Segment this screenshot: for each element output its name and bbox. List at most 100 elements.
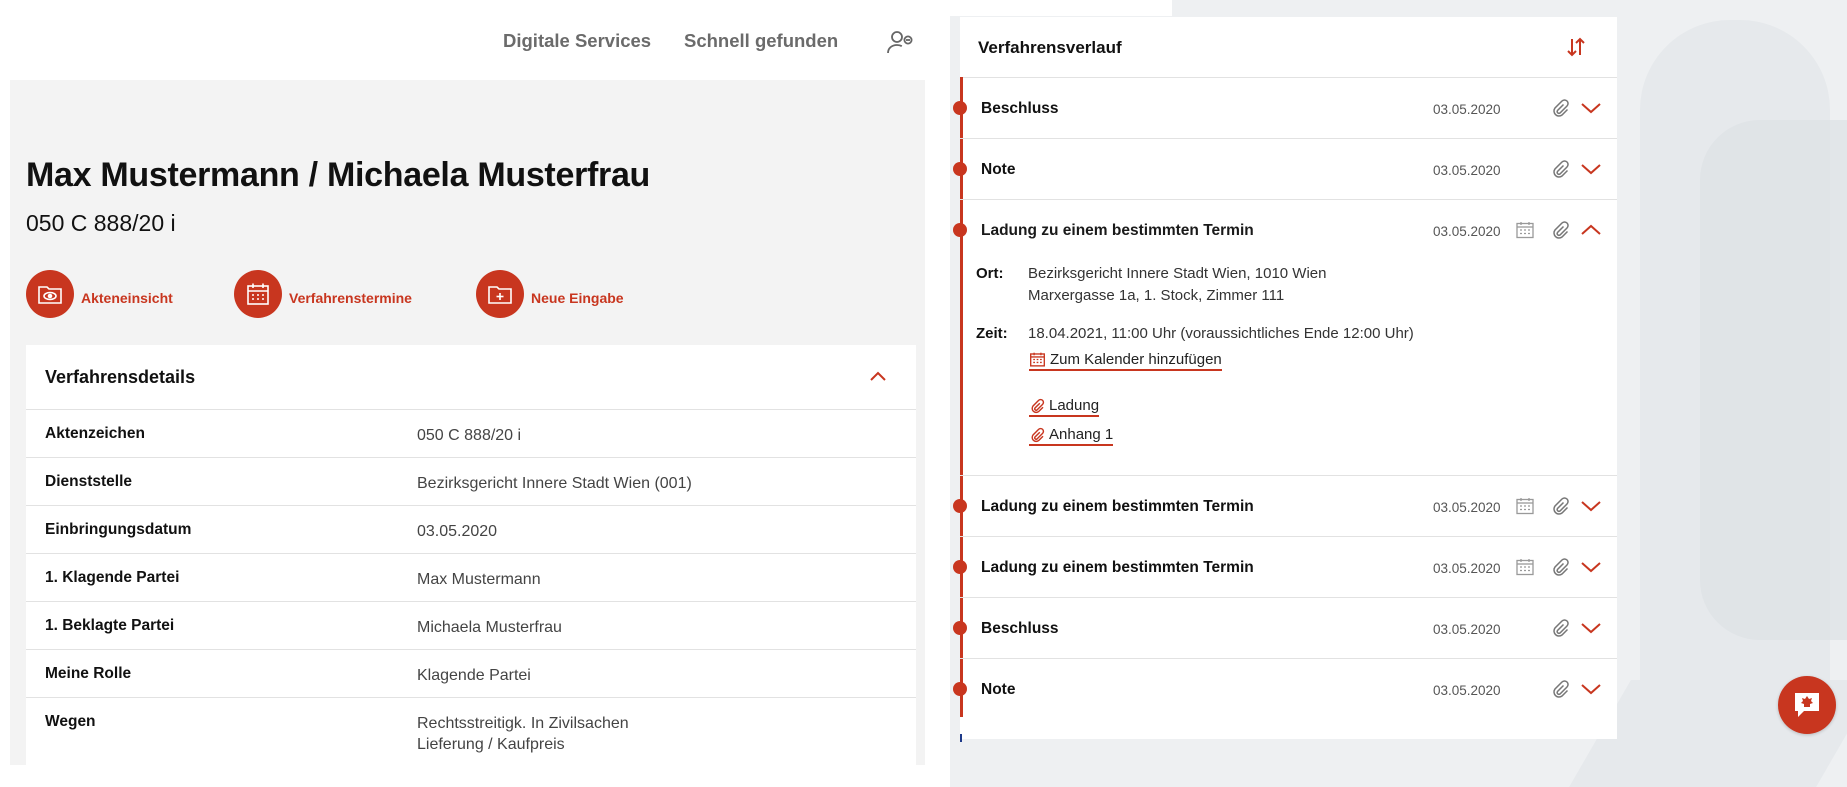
timeline-line-end xyxy=(960,734,962,742)
calendar-icon xyxy=(234,270,282,318)
attachment-label: Anhang 1 xyxy=(1049,426,1114,443)
timeline-item-label: Beschluss xyxy=(981,620,1059,637)
verfahrensdetails-card: Verfahrensdetails Aktenzeichen 050 C 888… xyxy=(26,345,916,765)
neue-eingabe-label: Neue Eingabe xyxy=(531,290,624,306)
timeline-item-ladung[interactable]: Ladung zu einem bestimmten Termin 03.05.… xyxy=(953,476,1617,537)
timeline-dot xyxy=(953,101,967,115)
timeline-item-label[interactable]: Ladung zu einem bestimmten Termin xyxy=(981,222,1254,240)
timeline-dot xyxy=(953,223,967,237)
chevron-down-icon[interactable] xyxy=(1580,618,1601,638)
timeline-item-date: 03.05.2020 xyxy=(1433,500,1501,515)
verfahrensverlauf-header: Verfahrensverlauf xyxy=(960,17,1617,78)
detail-label: 1. Klagende Partei xyxy=(45,569,180,586)
nav-link-schnell-gefunden[interactable]: Schnell gefunden xyxy=(684,30,838,52)
detail-label: 1. Beklagte Partei xyxy=(45,617,175,634)
calendar-icon xyxy=(1030,352,1045,367)
ort-label: Ort: xyxy=(976,265,1004,282)
verfahrensverlauf-card: Verfahrensverlauf Beschluss 03.05.2020 N… xyxy=(953,17,1617,742)
paperclip-icon[interactable] xyxy=(1550,618,1570,638)
folder-plus-icon xyxy=(476,270,524,318)
chevron-up-icon[interactable] xyxy=(868,367,888,387)
paperclip-icon[interactable] xyxy=(1550,220,1570,240)
attachment-link-anhang-1[interactable]: Anhang 1 xyxy=(1029,426,1114,446)
timeline-item-note[interactable]: Note 03.05.2020 xyxy=(953,139,1617,200)
detail-row-aktenzeichen: Aktenzeichen 050 C 888/20 i xyxy=(26,410,916,458)
chevron-down-icon[interactable] xyxy=(1580,496,1601,516)
detail-row-einbringungsdatum: Einbringungsdatum 03.05.2020 xyxy=(26,506,916,554)
detail-label: Dienststelle xyxy=(45,473,133,490)
timeline-item-date: 03.05.2020 xyxy=(1433,102,1501,117)
detail-row-dienststelle: Dienststelle Bezirksgericht Innere Stadt… xyxy=(26,458,916,506)
akteneinsicht-label: Akteneinsicht xyxy=(81,290,173,306)
detail-value: Klagende Partei xyxy=(417,667,531,684)
timeline-item-note[interactable]: Note 03.05.2020 xyxy=(953,659,1617,719)
background-emblem-shape-inner xyxy=(1700,120,1847,640)
timeline-dot xyxy=(953,621,967,635)
page-title: Max Mustermann / Michaela Musterfrau xyxy=(26,156,651,194)
calendar-icon[interactable] xyxy=(1515,496,1535,516)
paperclip-icon xyxy=(1031,398,1045,413)
folder-eye-icon xyxy=(26,270,74,318)
verfahrensverlauf-title: Verfahrensverlauf xyxy=(978,38,1122,57)
timeline-item-beschluss[interactable]: Beschluss 03.05.2020 xyxy=(953,598,1617,659)
verfahrenstermine-label: Verfahrenstermine xyxy=(289,290,412,306)
chevron-up-icon[interactable] xyxy=(1580,220,1601,240)
nav-link-digitale-services[interactable]: Digitale Services xyxy=(503,30,651,52)
zeit-label: Zeit: xyxy=(976,325,1008,342)
ort-line2: Marxergasse 1a, 1. Stock, Zimmer 111 xyxy=(1028,287,1285,304)
paperclip-icon xyxy=(1031,427,1045,442)
detail-row-beklagte-partei: 1. Beklagte Partei Michaela Musterfrau xyxy=(26,602,916,650)
detail-value: Rechtsstreitigk. In Zivilsachen Lieferun… xyxy=(417,713,629,755)
detail-value-line2: Lieferung / Kaufpreis xyxy=(417,736,565,753)
detail-value: 050 C 888/20 i xyxy=(417,427,522,444)
neue-eingabe-button[interactable]: Neue Eingabe xyxy=(476,270,624,318)
timeline-item-label: Note xyxy=(981,681,1016,698)
attachment-label: Ladung xyxy=(1049,397,1100,414)
timeline-item-label: Ladung zu einem bestimmten Termin xyxy=(981,498,1254,515)
add-to-calendar-link[interactable]: Zum Kalender hinzufügen xyxy=(1029,351,1222,371)
sort-arrows-icon[interactable] xyxy=(1565,36,1587,58)
paperclip-icon[interactable] xyxy=(1550,557,1570,577)
detail-value: 03.05.2020 xyxy=(417,523,498,540)
top-header: Digitale Services Schnell gefunden xyxy=(0,0,930,80)
ort-line1: Bezirksgericht Innere Stadt Wien, 1010 W… xyxy=(1028,265,1327,282)
akteneinsicht-button[interactable]: Akteneinsicht xyxy=(26,270,173,318)
paperclip-icon[interactable] xyxy=(1550,679,1570,699)
detail-row-meine-rolle: Meine Rolle Klagende Partei xyxy=(26,650,916,698)
zeit-value: 18.04.2021, 11:00 Uhr (voraussichtliches… xyxy=(1028,325,1414,342)
chevron-down-icon[interactable] xyxy=(1580,159,1601,179)
detail-label: Aktenzeichen xyxy=(45,425,145,442)
add-to-calendar-label: Zum Kalender hinzufügen xyxy=(1050,351,1222,368)
attachment-link-ladung[interactable]: Ladung xyxy=(1029,397,1100,417)
case-number: 050 C 888/20 i xyxy=(26,210,176,236)
chevron-down-icon[interactable] xyxy=(1580,98,1601,118)
paperclip-icon[interactable] xyxy=(1550,98,1570,118)
case-overview-panel: Max Mustermann / Michaela Musterfrau 050… xyxy=(10,80,925,765)
paperclip-icon[interactable] xyxy=(1550,496,1570,516)
chat-eagle-icon[interactable] xyxy=(1778,676,1836,734)
calendar-icon[interactable] xyxy=(1515,557,1535,577)
chevron-down-icon[interactable] xyxy=(1580,679,1601,699)
timeline-item-ladung[interactable]: Ladung zu einem bestimmten Termin 03.05.… xyxy=(953,537,1617,598)
timeline-dot xyxy=(953,499,967,513)
timeline-item-label: Note xyxy=(981,161,1016,178)
verfahrensdetails-header[interactable]: Verfahrensdetails xyxy=(26,345,916,410)
detail-value: Max Mustermann xyxy=(417,571,541,588)
detail-value: Michaela Musterfrau xyxy=(417,619,562,636)
verfahrensdetails-title: Verfahrensdetails xyxy=(45,367,196,387)
calendar-icon[interactable] xyxy=(1515,220,1535,240)
chevron-down-icon[interactable] xyxy=(1580,557,1601,577)
timeline-item-ladung-expanded: Ladung zu einem bestimmten Termin 03.05.… xyxy=(953,200,1617,476)
paperclip-icon[interactable] xyxy=(1550,159,1570,179)
timeline-item-date: 03.05.2020 xyxy=(1433,224,1501,239)
timeline-dot xyxy=(953,560,967,574)
timeline-item-beschluss[interactable]: Beschluss 03.05.2020 xyxy=(953,78,1617,139)
detail-value: Bezirksgericht Innere Stadt Wien (001) xyxy=(417,475,692,492)
timeline-item-label: Beschluss xyxy=(981,100,1059,117)
user-settings-icon[interactable] xyxy=(884,27,916,59)
detail-label: Meine Rolle xyxy=(45,665,132,682)
timeline-item-date: 03.05.2020 xyxy=(1433,622,1501,637)
timeline-item-label: Ladung zu einem bestimmten Termin xyxy=(981,559,1254,576)
verfahrenstermine-button[interactable]: Verfahrenstermine xyxy=(234,270,412,318)
timeline-dot xyxy=(953,682,967,696)
